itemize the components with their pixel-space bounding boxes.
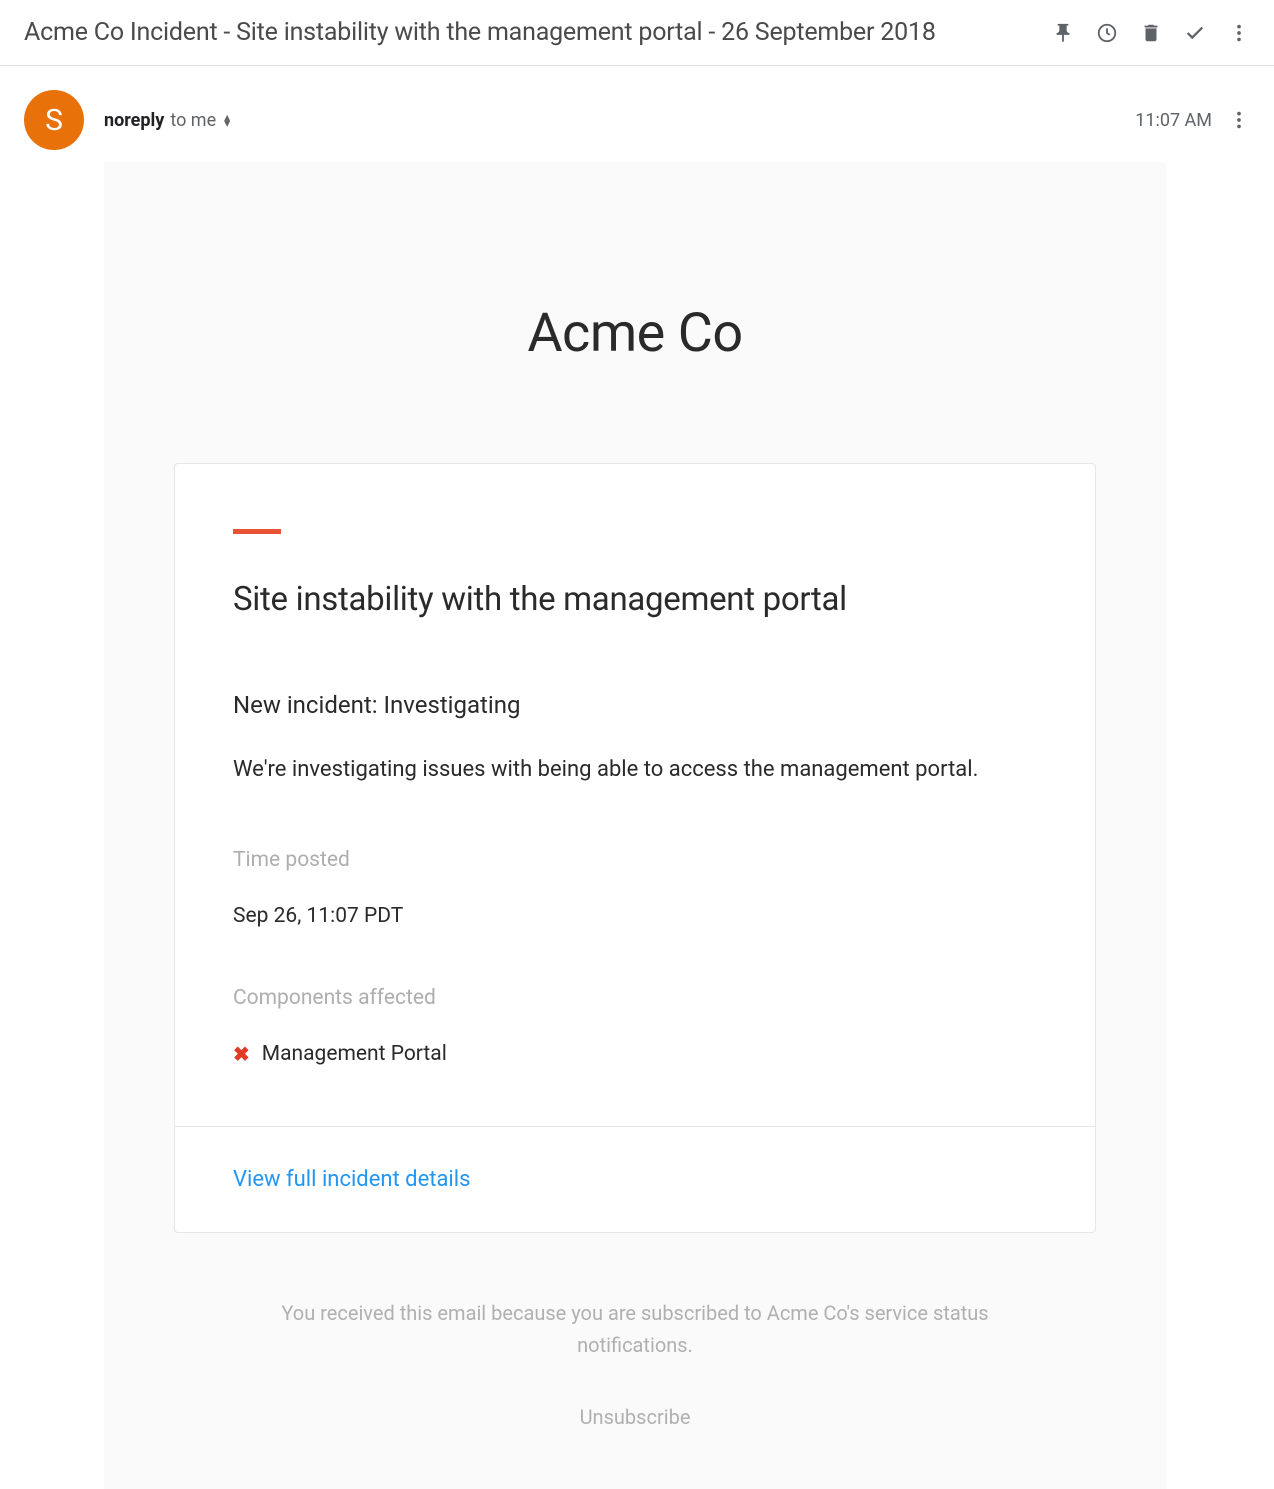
x-icon: ✖	[233, 1042, 250, 1066]
incident-title: Site instability with the management por…	[233, 580, 1037, 619]
clock-icon[interactable]	[1096, 22, 1118, 44]
status-heading: New incident: Investigating	[233, 691, 1037, 719]
card-footer: View full incident details	[175, 1126, 1095, 1232]
card-body: Site instability with the management por…	[175, 464, 1095, 1126]
footer-text: You received this email because you are …	[174, 1297, 1096, 1361]
email-body: Acme Co Site instability with the manage…	[104, 162, 1166, 1489]
time-posted-label: Time posted	[233, 848, 1037, 872]
pin-icon[interactable]	[1052, 22, 1074, 44]
component-name: Management Portal	[262, 1042, 447, 1066]
time-posted-value: Sep 26, 11:07 PDT	[233, 904, 1037, 928]
component-row: ✖ Management Portal	[233, 1042, 1037, 1066]
email-header: Acme Co Incident - Site instability with…	[0, 0, 1274, 66]
message-more-icon[interactable]	[1228, 109, 1250, 131]
meta-right: 11:07 AM	[1135, 109, 1250, 131]
timestamp: 11:07 AM	[1135, 110, 1212, 131]
check-icon[interactable]	[1184, 22, 1206, 44]
trash-icon[interactable]	[1140, 22, 1162, 44]
email-body-wrapper: Acme Co Site instability with the manage…	[0, 162, 1274, 1489]
header-actions	[1052, 22, 1250, 44]
company-title: Acme Co	[174, 302, 1096, 365]
sender-info: noreply to me ▴▾	[104, 110, 230, 131]
incident-card: Site instability with the management por…	[174, 463, 1096, 1233]
email-meta-row: S noreply to me ▴▾ 11:07 AM	[0, 66, 1274, 162]
unsubscribe-link[interactable]: Unsubscribe	[174, 1405, 1096, 1429]
expand-recipients-icon[interactable]: ▴▾	[224, 114, 230, 126]
components-label: Components affected	[233, 986, 1037, 1010]
avatar[interactable]: S	[24, 90, 84, 150]
recipient-label: to me	[170, 110, 216, 131]
view-details-link[interactable]: View full incident details	[233, 1167, 470, 1192]
more-icon[interactable]	[1228, 22, 1250, 44]
accent-bar	[233, 529, 281, 534]
email-subject: Acme Co Incident - Site instability with…	[24, 18, 936, 47]
status-description: We're investigating issues with being ab…	[233, 755, 1037, 786]
sender-name: noreply	[104, 110, 164, 131]
